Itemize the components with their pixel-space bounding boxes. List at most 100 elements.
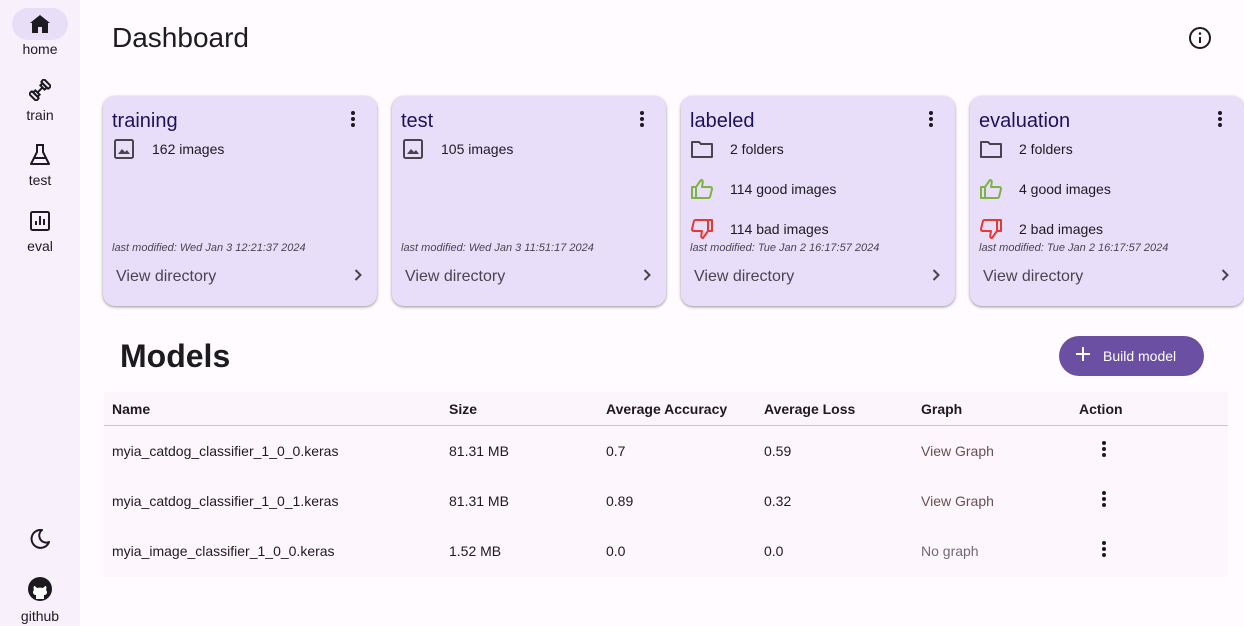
- row-action-menu-button[interactable]: [1094, 490, 1114, 512]
- more-vertical-icon: [1218, 110, 1222, 132]
- chevron-right-icon: [354, 268, 362, 286]
- column-header-loss: Average Loss: [764, 401, 856, 417]
- view-directory-label: View directory: [405, 268, 506, 285]
- chevron-right-icon: [1221, 268, 1229, 286]
- thumbs-up-icon: [690, 177, 714, 201]
- card-menu-button[interactable]: [1210, 110, 1230, 132]
- card-title: labeled: [690, 110, 755, 132]
- folder-count: 2 folders: [1019, 141, 1073, 157]
- more-vertical-icon: [1102, 440, 1106, 462]
- card-title: test: [401, 110, 434, 132]
- last-modified: last modified: Wed Jan 3 12:21:37 2024: [112, 242, 306, 254]
- image-icon: [401, 137, 425, 161]
- more-vertical-icon: [929, 110, 933, 132]
- nav-item-eval[interactable]: eval: [0, 205, 80, 254]
- last-modified: last modified: Tue Jan 2 16:17:57 2024: [690, 242, 880, 254]
- model-name: myia_catdog_classifier_1_0_0.keras: [112, 443, 339, 459]
- row-action-menu-button[interactable]: [1094, 540, 1114, 562]
- dataset-card-test: test 105 images last modified: Wed Jan 3…: [392, 96, 666, 306]
- build-model-label: Build model: [1103, 348, 1177, 364]
- card-title: training: [112, 110, 178, 132]
- models-title: Models: [120, 338, 231, 374]
- folder-icon: [690, 137, 714, 161]
- good-images-count: 4 good images: [1019, 181, 1111, 197]
- table-header: Name Size Average Accuracy Average Loss …: [104, 392, 1228, 426]
- column-header-graph: Graph: [921, 401, 963, 417]
- model-size: 81.31 MB: [449, 443, 509, 459]
- card-menu-button[interactable]: [921, 110, 941, 132]
- column-header-accuracy: Average Accuracy: [606, 401, 728, 417]
- good-images-row: 114 good images: [690, 177, 836, 201]
- nav-label-home: home: [22, 41, 58, 57]
- home-icon: [12, 8, 68, 40]
- github-label: github: [20, 608, 60, 624]
- more-vertical-icon: [1102, 540, 1106, 562]
- no-graph-label: No graph: [921, 543, 979, 559]
- models-table: Name Size Average Accuracy Average Loss …: [104, 392, 1228, 577]
- nav-label-train: train: [26, 107, 54, 123]
- flask-icon: [12, 139, 68, 171]
- image-count-row: 105 images: [401, 137, 513, 161]
- view-graph-link[interactable]: View Graph: [921, 493, 994, 509]
- row-action-menu-button[interactable]: [1094, 440, 1114, 462]
- column-header-size: Size: [449, 401, 478, 417]
- folder-count-row: 2 folders: [979, 137, 1073, 161]
- folder-icon: [979, 137, 1003, 161]
- good-images-count: 114 good images: [730, 181, 837, 197]
- bad-images-count: 2 bad images: [1019, 221, 1104, 237]
- good-images-row: 4 good images: [979, 177, 1111, 201]
- card-title: evaluation: [979, 110, 1071, 132]
- thumbs-down-icon: [979, 217, 1003, 241]
- page-title: Dashboard: [112, 22, 249, 53]
- dataset-card-labeled: labeled 2 folders 114 good images 114 ba…: [681, 96, 955, 306]
- model-loss: 0.32: [764, 493, 792, 509]
- view-directory-link[interactable]: View directory: [405, 267, 651, 287]
- github-icon: [27, 576, 53, 607]
- thumbs-down-icon: [690, 217, 714, 241]
- table-row: myia_image_classifier_1_0_0.keras 1.52 M…: [104, 526, 1228, 576]
- nav-item-train[interactable]: train: [0, 74, 80, 123]
- image-count: 162 images: [152, 141, 225, 157]
- chevron-right-icon: [643, 268, 651, 286]
- nav-label-eval: eval: [27, 238, 53, 254]
- thumbs-up-icon: [979, 177, 1003, 201]
- card-menu-button[interactable]: [343, 110, 363, 132]
- bad-images-row: 114 bad images: [690, 217, 829, 241]
- nav-item-test[interactable]: test: [0, 139, 80, 188]
- plus-icon: [1075, 346, 1091, 367]
- more-vertical-icon: [1102, 490, 1106, 512]
- github-link[interactable]: github: [0, 576, 80, 624]
- view-directory-label: View directory: [116, 268, 217, 285]
- bad-images-count: 114 bad images: [730, 221, 829, 237]
- info-button[interactable]: [1186, 26, 1214, 54]
- model-size: 81.31 MB: [449, 493, 509, 509]
- view-directory-link[interactable]: View directory: [694, 267, 940, 287]
- image-count-row: 162 images: [112, 137, 224, 161]
- table-row: myia_catdog_classifier_1_0_0.keras 81.31…: [104, 426, 1228, 476]
- model-accuracy: 0.0: [606, 543, 626, 559]
- view-directory-link[interactable]: View directory: [116, 267, 362, 287]
- image-count: 105 images: [441, 141, 514, 157]
- last-modified: last modified: Tue Jan 2 16:17:57 2024: [979, 242, 1169, 254]
- model-name: myia_image_classifier_1_0_0.keras: [112, 543, 335, 559]
- view-graph-link[interactable]: View Graph: [921, 443, 994, 459]
- more-vertical-icon: [351, 110, 355, 132]
- dark-mode-toggle[interactable]: [24, 528, 56, 553]
- info-icon: [1188, 26, 1212, 55]
- model-loss: 0.59: [764, 443, 792, 459]
- model-name: myia_catdog_classifier_1_0_1.keras: [112, 493, 339, 509]
- table-row: myia_catdog_classifier_1_0_1.keras 81.31…: [104, 476, 1228, 526]
- nav-rail: home train test eval github: [0, 0, 80, 626]
- dumbbell-icon: [12, 74, 68, 106]
- nav-item-home[interactable]: home: [0, 8, 80, 57]
- model-accuracy: 0.7: [606, 443, 626, 459]
- more-vertical-icon: [640, 110, 644, 132]
- nav-label-test: test: [28, 172, 52, 188]
- column-header-name: Name: [112, 401, 151, 417]
- card-menu-button[interactable]: [632, 110, 652, 132]
- dataset-card-training: training 162 images last modified: Wed J…: [103, 96, 377, 306]
- view-directory-label: View directory: [694, 268, 795, 285]
- build-model-button[interactable]: Build model: [1059, 336, 1204, 376]
- view-directory-link[interactable]: View directory: [983, 267, 1229, 287]
- model-loss: 0.0: [764, 543, 784, 559]
